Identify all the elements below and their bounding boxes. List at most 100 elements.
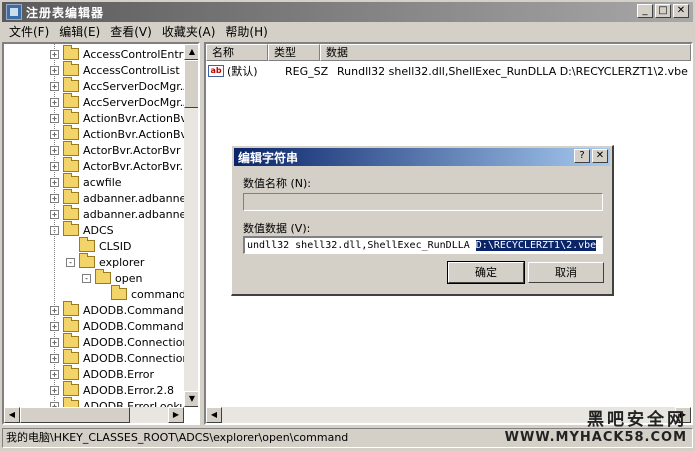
value-data-selection: D:\RECYCLERZT1\2.vbe (475, 240, 597, 251)
tree-item-label: adbanner.adbanner (83, 191, 184, 205)
tree-item-label: acwfile (83, 175, 122, 189)
folder-icon (63, 157, 79, 172)
tree-item-label: open (115, 271, 143, 285)
tree-item[interactable]: + ActorBvr.ActorBvr (50, 141, 181, 158)
tree-item[interactable]: CLSID (66, 237, 132, 254)
scroll-up-arrow-icon[interactable]: ▲ (184, 44, 198, 60)
folder-icon (95, 269, 111, 284)
tree-item-label: adbanner.adbanner (83, 207, 184, 221)
value-name-label: 数值名称 (N): (243, 177, 312, 190)
column-type-header[interactable]: 类型 (268, 44, 320, 61)
tree-horizontal-scrollbar[interactable]: ◀ ▶ (4, 407, 184, 423)
close-button[interactable]: ✕ (673, 4, 689, 18)
value-name-field (243, 193, 603, 211)
folder-icon (79, 237, 95, 252)
tree-item[interactable]: + ADODB.Error (50, 365, 154, 382)
tree-item[interactable]: command (98, 285, 184, 302)
tree-item[interactable]: + ActionBvr.ActionBvr (50, 125, 184, 142)
menu-view[interactable]: 查看(V) (110, 23, 152, 41)
ok-button[interactable]: 确定 (447, 261, 525, 284)
folder-icon (63, 93, 79, 108)
tree-item[interactable]: + ADODB.Error.2.8 (50, 381, 174, 398)
tree-item[interactable]: +AccServerDocMgr.Ac (50, 93, 184, 110)
tree-vertical-scrollbar[interactable]: ▲ ▼ (184, 44, 198, 407)
tree-item[interactable]: + ADODB.Connection. (50, 349, 184, 366)
folder-icon (63, 333, 79, 348)
menu-favorites[interactable]: 收藏夹(A) (162, 23, 216, 41)
list-item[interactable]: ab (默认) REG_SZ Rundll32 shell32.dll,Shel… (208, 63, 688, 79)
dialog-close-button[interactable]: ✕ (592, 149, 608, 163)
tree-hscroll-thumb[interactable] (20, 407, 130, 423)
tree-item[interactable]: + adbanner.adbanner (50, 189, 184, 206)
tree-item-label: CLSID (99, 239, 132, 253)
tree-item[interactable]: + adbanner.adbanner (50, 205, 184, 222)
menu-bar: 文件(F) 编辑(E) 查看(V) 收藏夹(A) 帮助(H) (4, 23, 273, 41)
tree-item-label: ADODB.Connection. (83, 351, 184, 365)
column-data-header[interactable]: 数据 (320, 44, 691, 61)
tree-item[interactable]: + ActionBvr.ActionBvr (50, 109, 184, 126)
folder-icon (111, 285, 127, 300)
menu-help[interactable]: 帮助(H) (225, 23, 267, 41)
tree-item-label: command (131, 287, 184, 301)
tree-item-label: ActionBvr.ActionBvr (83, 127, 184, 141)
folder-icon (63, 301, 79, 316)
folder-icon (63, 365, 79, 380)
dialog-title: 编辑字符串 (238, 150, 299, 165)
folder-icon (63, 205, 79, 220)
menu-edit[interactable]: 编辑(E) (59, 23, 100, 41)
tree-connector-line (54, 44, 55, 407)
tree-item-label: AccServerDocMgr.Ac (83, 95, 184, 109)
collapse-icon[interactable]: - (66, 257, 75, 267)
tree-item[interactable]: + ActorBvr.ActorBvr.1 (50, 157, 184, 174)
collapse-icon[interactable]: - (82, 273, 91, 283)
tree-item[interactable]: + ADODB.Command (50, 301, 184, 318)
tree-scroll-thumb[interactable] (184, 60, 198, 108)
tree-item[interactable]: +AccServerDocMgr.Ac (50, 77, 184, 94)
tree-item[interactable]: - ADCS (50, 221, 114, 238)
registry-editor-window: 注册表编辑器 _ □ ✕ 文件(F) 编辑(E) 查看(V) 收藏夹(A) 帮助… (0, 0, 695, 451)
folder-icon (63, 61, 79, 76)
tree-item[interactable]: + AccessControlEntry (50, 45, 184, 62)
tree-item-label: explorer (99, 255, 145, 269)
tree-item[interactable]: - open (82, 269, 143, 286)
scroll-left-arrow-icon[interactable]: ◀ (4, 407, 20, 423)
tree-item-label: ActorBvr.ActorBvr (83, 143, 181, 157)
registry-tree[interactable]: + AccessControlEntry + AccessControlList + Ac… (2, 42, 200, 425)
tree-item[interactable]: + ADODB.Connection (50, 333, 184, 350)
value-data-label: 数值数据 (V): (243, 222, 311, 235)
regedit-app-icon (6, 4, 22, 20)
list-scroll-left-arrow-icon[interactable]: ◀ (206, 407, 222, 423)
tree-item-label: AccServerDocMgr.Ac (83, 79, 184, 93)
value-type: REG_SZ (285, 64, 329, 78)
folder-icon (63, 109, 79, 124)
menu-file[interactable]: 文件(F) (9, 23, 49, 41)
tree-item[interactable]: + acwfile (50, 173, 122, 190)
watermark-text: 黑吧安全网 (587, 410, 687, 430)
tree-item[interactable]: + AccessControlList (50, 61, 180, 78)
tree-item[interactable]: + ADODB.Command.2 (50, 317, 184, 334)
tree-item-label: ActorBvr.ActorBvr.1 (83, 159, 184, 173)
cancel-button[interactable]: 取消 (528, 262, 604, 283)
folder-icon (63, 173, 79, 188)
tree-item[interactable]: + ADODB.ErrorLookup (50, 397, 184, 407)
edit-string-dialog: 编辑字符串 ? ✕ 数值名称 (N): 数值数据 (V): undll32 sh… (231, 145, 614, 296)
value-data-input[interactable]: undll32 shell32.dll,ShellExec_RunDLLA D:… (243, 236, 603, 254)
maximize-button[interactable]: □ (655, 4, 671, 18)
value-data-text: undll32 shell32.dll,ShellExec_RunDLLA (247, 240, 476, 251)
tree-item-label: ADODB.Command (83, 303, 184, 317)
title-bar[interactable]: 注册表编辑器 _ □ ✕ (2, 2, 693, 22)
column-name-header[interactable]: 名称 (206, 44, 268, 61)
tree-item-label: AccessControlEntry (83, 47, 184, 61)
tree-content: + AccessControlEntry + AccessControlList + Ac… (4, 44, 184, 407)
folder-icon (63, 77, 79, 92)
folder-icon (79, 253, 95, 268)
dialog-title-bar[interactable]: 编辑字符串 ? ✕ (234, 148, 610, 166)
folder-icon (63, 125, 79, 140)
scroll-right-arrow-icon[interactable]: ▶ (168, 407, 184, 423)
tree-item[interactable]: - explorer (66, 253, 145, 270)
minimize-button[interactable]: _ (637, 4, 653, 18)
help-button[interactable]: ? (574, 149, 590, 163)
tree-item-label: ADODB.Error.2.8 (83, 383, 174, 397)
folder-icon (63, 349, 79, 364)
scroll-down-arrow-icon[interactable]: ▼ (184, 391, 198, 407)
